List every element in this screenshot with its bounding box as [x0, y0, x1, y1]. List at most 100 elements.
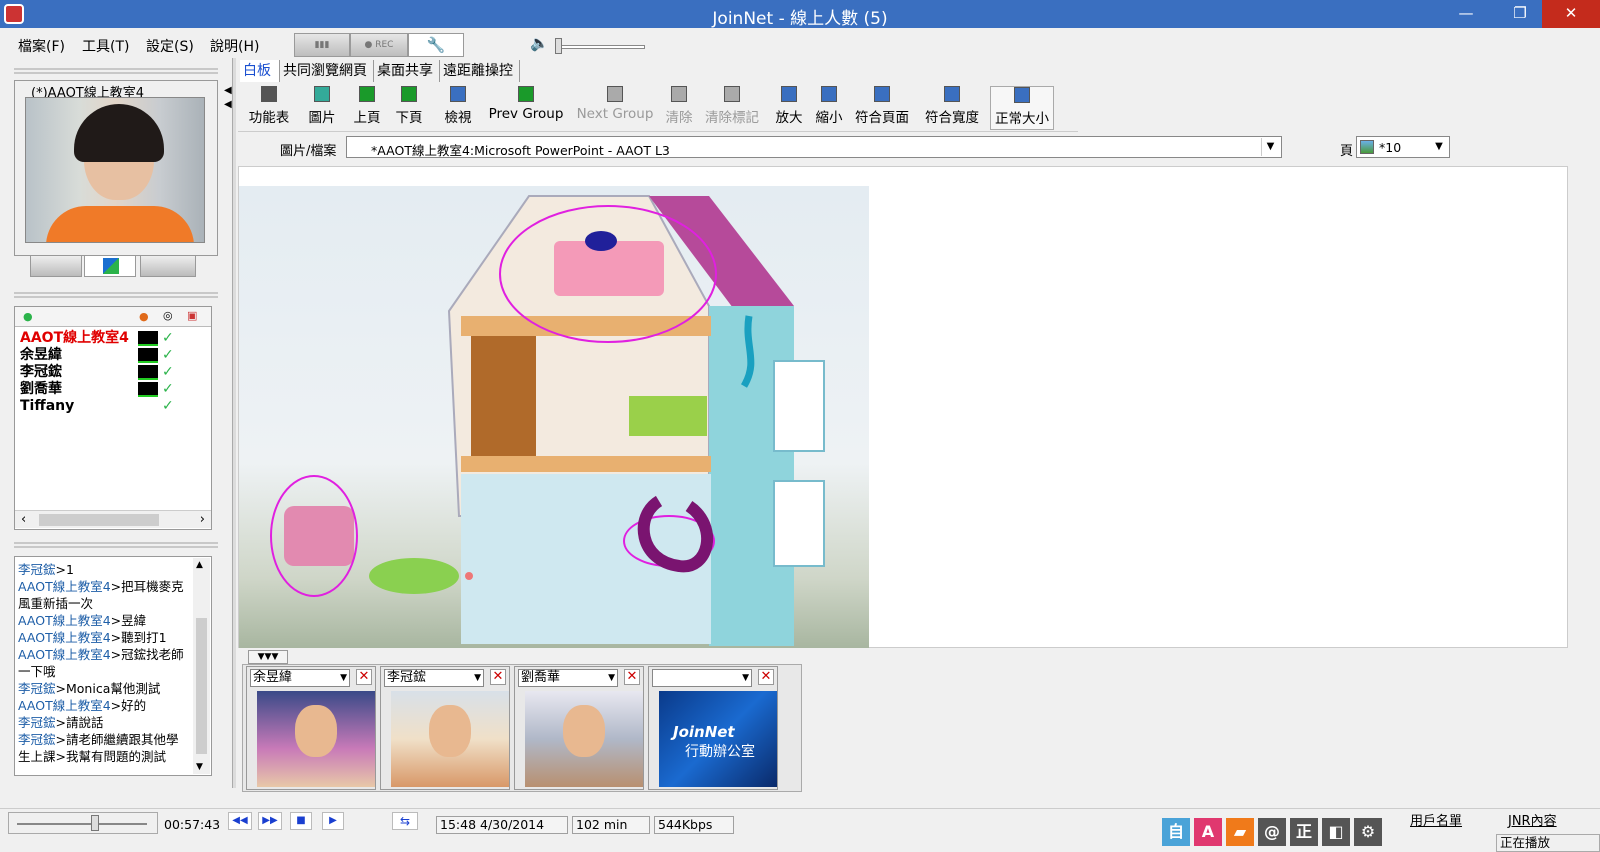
video-source-select[interactable]: 劉喬華 ▼: [518, 669, 618, 687]
participants-header: ● ● ◎ ▣: [15, 307, 211, 327]
scroll-left-arrow[interactable]: ‹: [21, 512, 26, 527]
tool-9[interactable]: 放大: [770, 86, 808, 130]
chevron-down-icon[interactable]: ▼: [742, 670, 749, 686]
chevron-down-icon[interactable]: ▼: [1431, 138, 1447, 156]
snapshot-button[interactable]: [140, 255, 196, 277]
chat-sender: 李冠鋐: [18, 715, 56, 730]
collapse-left-arrows[interactable]: ◀ ◀: [224, 84, 232, 112]
close-icon[interactable]: ✕: [490, 669, 506, 685]
participants-hscroll[interactable]: ‹ ›: [15, 510, 211, 528]
tool-11[interactable]: 符合頁面: [850, 86, 914, 130]
rewind-button[interactable]: ◀◀: [228, 812, 252, 830]
tray-icon-3[interactable]: @: [1258, 818, 1286, 846]
camera-off-button[interactable]: [30, 255, 82, 277]
tray-icon-5[interactable]: ◧: [1322, 818, 1350, 846]
page-select-value: *10: [1379, 140, 1402, 155]
chevron-down-icon[interactable]: ▼: [608, 670, 615, 686]
panel-grip-2[interactable]: [14, 292, 218, 298]
user-list-link[interactable]: 用戶名單: [1410, 810, 1462, 829]
menu-help[interactable]: 說明(H): [210, 36, 259, 56]
scroll-up-arrow[interactable]: ▲: [196, 560, 203, 570]
tray-icon-4[interactable]: 正: [1290, 818, 1318, 846]
tray-icon-1[interactable]: A: [1194, 818, 1222, 846]
jnr-content-link[interactable]: JNR內容: [1508, 810, 1557, 829]
play-button[interactable]: ▶: [322, 812, 344, 830]
tool-7[interactable]: 清除: [662, 86, 696, 130]
page-select[interactable]: *10 ▼: [1356, 136, 1450, 158]
tab-2[interactable]: 桌面共享: [374, 60, 440, 82]
panel-grip[interactable]: [14, 68, 218, 74]
stop-button[interactable]: ■: [290, 812, 312, 830]
playback-status: 正在播放: [1496, 834, 1600, 852]
chevron-down-icon[interactable]: ▼: [340, 670, 347, 686]
users-button[interactable]: [84, 255, 136, 277]
tool-icon: [450, 86, 466, 102]
tool-5[interactable]: Prev Group: [484, 86, 568, 130]
close-button[interactable]: ✕: [1542, 0, 1600, 28]
participant-row[interactable]: 余昱緯 ✓: [20, 347, 210, 364]
video-source-select[interactable]: ▼: [652, 669, 752, 687]
menu-settings[interactable]: 設定(S): [146, 36, 194, 56]
participant-row[interactable]: 劉喬華 ✓: [20, 381, 210, 398]
tool-13[interactable]: 正常大小: [990, 86, 1054, 130]
close-icon[interactable]: ✕: [758, 669, 774, 685]
file-select[interactable]: *AAOT線上教室4:Microsoft PowerPoint - AAOT L…: [346, 136, 1282, 158]
sync-button[interactable]: ⇆: [392, 812, 418, 830]
chat-vscroll[interactable]: ▲ ▼: [193, 558, 210, 774]
playback-slider[interactable]: [8, 812, 158, 834]
slide-image: [239, 186, 869, 648]
volume-slider[interactable]: [555, 45, 645, 49]
video-source-name: 余昱緯: [253, 670, 293, 685]
tool-12[interactable]: 符合寬度: [920, 86, 984, 130]
tool-3[interactable]: 下頁: [392, 86, 426, 130]
tool-2[interactable]: 上頁: [350, 86, 384, 130]
tool-0[interactable]: 功能表: [244, 86, 294, 130]
user-icon: ●: [23, 310, 33, 323]
tool-4[interactable]: 檢視: [436, 86, 480, 130]
menu-tools[interactable]: 工具(T): [82, 36, 129, 56]
tool-1[interactable]: 圖片: [302, 86, 342, 130]
speaker-icon[interactable]: 🔈: [530, 34, 549, 52]
tab-0[interactable]: 白板: [240, 60, 280, 82]
hscroll-thumb[interactable]: [39, 514, 159, 526]
tool-label: 符合寬度: [925, 110, 979, 126]
tool-icon: [518, 86, 534, 102]
participant-row[interactable]: Tiffany ✓: [20, 398, 210, 415]
record-button[interactable]: ● REC: [350, 33, 408, 57]
minimize-button[interactable]: —: [1446, 0, 1486, 28]
scroll-right-arrow[interactable]: ›: [200, 512, 205, 527]
close-icon[interactable]: ✕: [624, 669, 640, 685]
chevron-down-icon[interactable]: ▼: [474, 670, 481, 686]
tool-label: Prev Group: [488, 106, 564, 122]
tab-1[interactable]: 共同瀏覽網頁: [280, 60, 374, 82]
video-source-select[interactable]: 余昱緯 ▼: [250, 669, 350, 687]
vertical-divider[interactable]: [232, 58, 236, 788]
participant-face: [563, 705, 605, 757]
video-source-select[interactable]: 李冠鋐 ▼: [384, 669, 484, 687]
video-collapse-button[interactable]: ▼▼▼: [248, 650, 288, 664]
volume-thumb[interactable]: [555, 38, 562, 54]
tool-icon: [261, 86, 277, 102]
scroll-down-arrow[interactable]: ▼: [196, 762, 203, 772]
tray-icon-0[interactable]: 自: [1162, 818, 1190, 846]
chevron-down-icon[interactable]: ▼: [1261, 138, 1279, 156]
maximize-button[interactable]: ❐: [1500, 0, 1540, 28]
mic-level-button[interactable]: ▮▮▮: [294, 33, 350, 57]
participant-row[interactable]: AAOT線上教室4 ✓: [20, 330, 210, 347]
panel-grip-3[interactable]: [14, 542, 218, 548]
file-label: 圖片/檔案: [280, 144, 337, 159]
vscroll-thumb[interactable]: [196, 618, 207, 754]
tray-icon-2[interactable]: ▰: [1226, 818, 1254, 846]
tool-8[interactable]: 清除標記: [700, 86, 764, 130]
participant-row[interactable]: 李冠鋐 ✓: [20, 364, 210, 381]
tray-icon-6[interactable]: ⚙: [1354, 818, 1382, 846]
settings-wrench-button[interactable]: 🔧: [408, 33, 464, 57]
tab-3[interactable]: 遠距離操控: [440, 60, 520, 82]
menu-file[interactable]: 檔案(F): [18, 36, 65, 56]
fast-forward-button[interactable]: ▶▶: [258, 812, 282, 830]
tool-6[interactable]: Next Group: [574, 86, 656, 130]
close-icon[interactable]: ✕: [356, 669, 372, 685]
tool-icon: [1014, 87, 1030, 103]
tool-10[interactable]: 縮小: [810, 86, 848, 130]
slider-thumb[interactable]: [91, 815, 99, 831]
